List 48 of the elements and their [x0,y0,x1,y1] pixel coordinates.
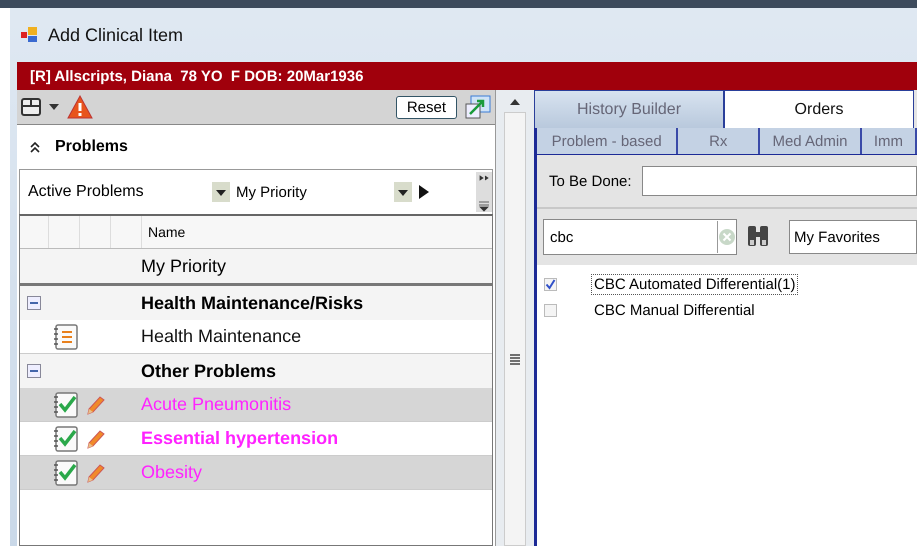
problem-label: Acute Pneumonitis [141,394,292,415]
layout-icon[interactable] [21,98,41,116]
popout-icon[interactable] [465,95,491,119]
checkbox[interactable] [544,304,557,316]
row-label: My Priority [140,256,226,276]
search-field[interactable]: cbc [543,219,737,255]
group-label: Other Problems [141,360,276,382]
overflow-icon[interactable] [476,172,492,212]
pencil-icon[interactable] [85,462,105,484]
tab[interactable]: History Builder [534,90,724,128]
order-item[interactable]: CBC Manual Differential [591,300,758,320]
subtab[interactable]: Problem - based [537,128,678,154]
favorites-dropdown[interactable]: My Favorites [789,220,917,254]
scroll-up-icon[interactable] [510,98,520,106]
pencil-icon[interactable] [85,428,105,450]
filter-dropdown[interactable]: Active Problems [28,183,206,201]
play-icon[interactable] [418,184,430,200]
checked-notebook-icon [53,426,79,452]
column-header[interactable]: Name [142,216,186,248]
subtab[interactable]: Imm [862,128,917,154]
grip-icon[interactable] [509,353,521,365]
notebook-icon [53,324,79,350]
window-title: Add Clinical Item [48,24,184,46]
priority-row[interactable]: My Priority [20,249,492,286]
reset-button[interactable]: Reset [396,96,457,118]
filter-dropdown[interactable]: My Priority [236,184,388,200]
patient-banner: [R] Allscripts, Diana 78 YO F DOB: 20Mar1936 [17,62,917,90]
caret-icon[interactable] [49,104,59,110]
tab[interactable]: Orders [724,90,914,128]
subtab[interactable]: Rx [678,128,760,154]
checked-notebook-icon [53,392,79,418]
warning-icon[interactable] [67,95,93,119]
group-label: Health Maintenance/Risks [141,292,364,314]
group-row[interactable]: Health Maintenance/Risks [20,286,492,320]
pencil-icon[interactable] [85,394,105,416]
section-title: Problems [55,138,128,156]
group-row[interactable]: Other Problems [20,354,492,388]
problem-label: Health Maintenance [141,326,302,347]
field-label: To Be Done: [549,172,632,190]
problem-label: Essential hypertension [141,428,338,449]
app-icon [20,25,40,45]
checked-checkbox[interactable] [544,278,557,290]
order-item[interactable]: CBC Automated Differential(1) [591,274,798,294]
collapse-icon[interactable] [29,141,41,153]
checked-notebook-icon [53,460,79,486]
to-be-done-field[interactable] [642,166,917,196]
problem-label: Obesity [141,462,202,483]
subtab[interactable]: Med Admin [760,128,862,154]
